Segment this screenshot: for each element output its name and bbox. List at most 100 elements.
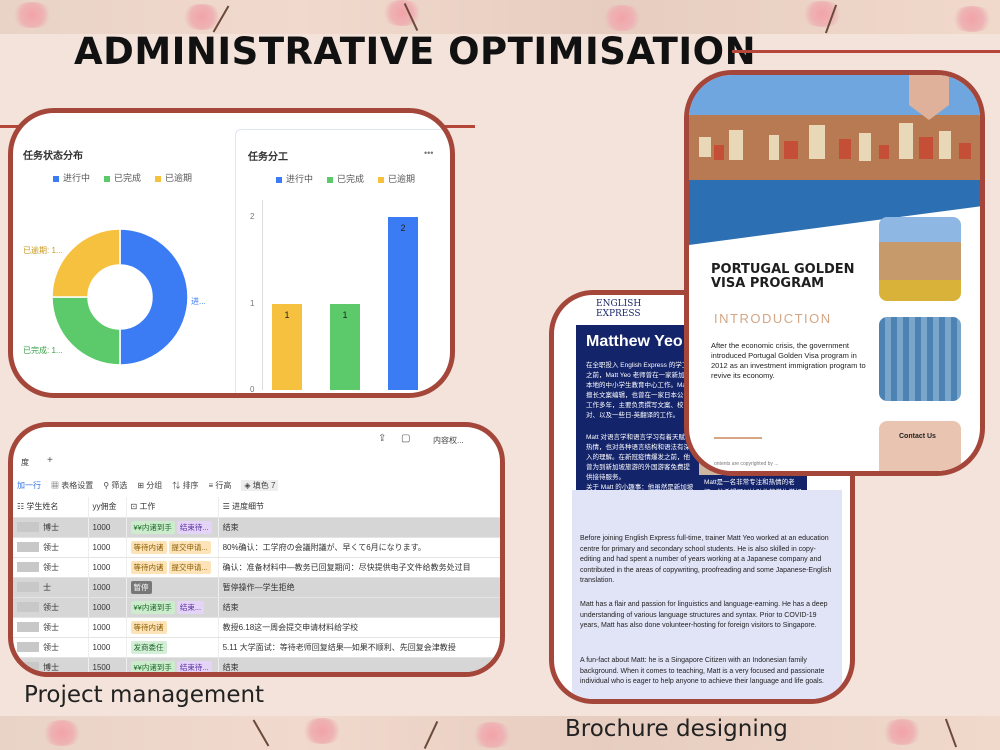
cell-detail[interactable]: 暂停操作—学生拒绝 (218, 577, 500, 598)
table-header-row: ☷ 学生姓名 yy佣金 ⊡ 工作 ☰ 进度细节 (13, 497, 500, 518)
en-paragraph-2: Matt has a flair and passion for linguis… (580, 601, 828, 629)
add-row-button[interactable]: 加一行 (17, 480, 41, 491)
top-right-label[interactable]: 内容权... (433, 435, 464, 446)
cell-detail[interactable]: 5.11 大学面试：等待老师回复结果—如果不顺利、先回复会津教授 (218, 637, 500, 658)
cell-work[interactable]: 等待内诸 提交申请... (126, 537, 219, 558)
top-floral-band (0, 0, 1000, 34)
table-row[interactable]: 博士 1000 ¥¥内诸到手 结束待... 结束 (13, 517, 500, 538)
row-height-button[interactable]: ≡ 行高 (209, 480, 232, 491)
table-row[interactable]: 领士 1000 发商委任 5.11 大学面试：等待老师回复结果—如果不顺利、先回复会津… (13, 637, 500, 658)
cell-detail[interactable]: 80%确认：工学府の会議附議が、早くて6月になります。 (218, 537, 500, 558)
cell-fee[interactable]: 1500 (88, 657, 127, 672)
fill-color-button[interactable]: ◈ 填色 7 (241, 480, 279, 491)
filter-button[interactable]: ⚲ 筛选 (103, 480, 127, 491)
add-tab-button[interactable]: + (47, 455, 53, 466)
tram-street-image (879, 217, 961, 301)
cell-name[interactable]: 领士 (13, 597, 89, 618)
cell-fee[interactable]: 1000 (88, 577, 127, 598)
status-tag: 等待内诸 (130, 560, 167, 574)
table-row[interactable]: 领士 1000 ¥¥内诸到手 结束... 结束 (13, 597, 500, 618)
cell-name[interactable]: 博士 (13, 657, 89, 672)
legend-item: 进行中 (53, 171, 90, 184)
cell-name[interactable]: 士 (13, 577, 89, 598)
sort-button[interactable]: ⇅ 排序 (172, 480, 198, 491)
cell-fee[interactable]: 1000 (88, 597, 127, 618)
y-tick-label: 0 (250, 385, 255, 394)
cell-detail[interactable]: 确认：准备材料中—教务已回复期问：尽快提供电子文件给教务处过目 (218, 557, 500, 578)
visa-body: After the economic crisis, the governmen… (711, 341, 866, 380)
donut-slice (119, 228, 189, 366)
cell-detail[interactable]: 结束 (218, 597, 500, 618)
status-tag: ¥¥内诸到手 (130, 600, 175, 614)
cell-name[interactable]: 博士 (13, 517, 89, 538)
header-fee[interactable]: yy佣金 (88, 497, 127, 518)
cell-name[interactable]: 领士 (13, 637, 89, 658)
blue-door-image (879, 317, 961, 401)
header-name[interactable]: ☷ 学生姓名 (13, 497, 89, 518)
bar-value-label: 1 (342, 309, 348, 320)
cell-work[interactable]: ¥¥内诸到手 结束待... (126, 517, 219, 538)
cell-work[interactable]: ¥¥内诸到手 结束... (126, 597, 219, 618)
status-tag: 结束待... (176, 520, 212, 534)
table-row[interactable]: 领士 1000 等待内诸 提交申请... 80%确认：工学府の会議附議が、早くて6月にな… (13, 537, 500, 558)
view-tab[interactable]: 度 (21, 457, 29, 468)
table-settings-button[interactable]: ▦ 表格设置 (51, 480, 93, 491)
status-tag: 等待内诸 (130, 620, 167, 634)
cell-name[interactable]: 领士 (13, 537, 89, 558)
student-table: ☷ 学生姓名 yy佣金 ⊡ 工作 ☰ 进度细节 博士 1000 ¥¥内诸到手 结束待.… (13, 497, 500, 672)
table-row[interactable]: 领士 1000 等待内诸 教授6.18这一周会提交申请材料给学校 (13, 617, 500, 638)
cell-work[interactable]: 发商委任 (126, 637, 219, 658)
status-tag: 暂停 (130, 580, 152, 594)
legend-item: 已逾期 (378, 172, 415, 185)
table-row[interactable]: 领士 1000 等待内诸 提交申请... 确认：准备材料中—教务已回复期问：尽快提供电子… (13, 557, 500, 578)
donut-panel: 任务状态分布 进行中 已完成 已逾期 已逾期: 1... 已完成: 1... 进… (13, 113, 235, 393)
cell-name[interactable]: 领士 (13, 617, 89, 638)
cell-fee[interactable]: 1000 (88, 617, 127, 638)
status-tag: 等待内诸 (130, 540, 167, 554)
legend-item: 已完成 (104, 171, 141, 184)
charts-screenshot: 任务状态分布 进行中 已完成 已逾期 已逾期: 1... 已完成: 1... 进… (8, 108, 455, 398)
cell-work[interactable]: 等待内诸 提交申请... (126, 557, 219, 578)
bar-legend: 进行中 已完成 已逾期 (276, 172, 415, 185)
y-tick-label: 2 (250, 212, 255, 222)
bar-panel-title: 任务分工 (248, 152, 288, 163)
en-paragraph-3: A fun-fact about Matt: he is a Singapore… (580, 657, 825, 685)
cell-work[interactable]: 暂停 (126, 577, 219, 598)
bar-chart-axis (262, 200, 263, 390)
cell-fee[interactable]: 1000 (88, 637, 127, 658)
caption-brochure-designing: Brochure designing (565, 716, 788, 742)
table-row[interactable]: 博士 1500 ¥¥内诸到手 结束待... 结束 (13, 657, 500, 672)
donut-chart (51, 228, 189, 366)
status-tag: ¥¥内诸到手 (130, 660, 175, 672)
donut-legend: 进行中 已完成 已逾期 (53, 171, 192, 184)
cell-detail[interactable]: 教授6.18这一周会提交申请材料给学校 (218, 617, 500, 638)
contact-label[interactable]: Contact Us (899, 433, 936, 440)
cell-detail[interactable]: 结束 (218, 657, 500, 672)
cell-fee[interactable]: 1000 (88, 557, 127, 578)
cell-name[interactable]: 领士 (13, 557, 89, 578)
header-detail[interactable]: ☰ 进度细节 (218, 497, 500, 518)
donut-slice (51, 228, 121, 298)
bar-panel: 任务分工 ••• 进行中 已完成 已逾期 0 1 2 1 1 2 (235, 129, 450, 394)
group-button[interactable]: ⊞ 分组 (137, 480, 162, 491)
donut-label-overdue: 已逾期: 1... (23, 246, 63, 255)
table-row[interactable]: 士 1000 暂停 暂停操作—学生拒绝 (13, 577, 500, 598)
cn-paragraph-1: 在全职投入 English Express 的学工作之前，Matt Yeo 老师… (586, 362, 695, 419)
donut-label-done: 已完成: 1... (23, 346, 63, 355)
header-work[interactable]: ⊡ 工作 (126, 497, 219, 518)
bar-value-label: 1 (284, 309, 290, 320)
lavender-block: Before joining English Express full-time… (572, 490, 842, 699)
contact-box[interactable]: Contact Us (879, 421, 961, 471)
more-menu-icon[interactable]: ••• (424, 148, 433, 158)
cell-detail[interactable]: 结束 (218, 517, 500, 538)
visa-divider (714, 437, 762, 439)
cell-work[interactable]: ¥¥内诸到手 结束待... (126, 657, 219, 672)
comment-icon[interactable]: ▢ (401, 433, 410, 444)
cell-work[interactable]: 等待内诸 (126, 617, 219, 638)
status-tag: 发商委任 (130, 640, 167, 654)
bar (388, 217, 418, 390)
cell-fee[interactable]: 1000 (88, 517, 127, 538)
cell-fee[interactable]: 1000 (88, 537, 127, 558)
share-icon[interactable]: ⇪ (378, 433, 386, 444)
table-screenshot: 内容权... ⇪ ▢ 度 + 加一行 ▦ 表格设置 ⚲ 筛选 ⊞ 分组 ⇅ 排序… (8, 422, 505, 677)
